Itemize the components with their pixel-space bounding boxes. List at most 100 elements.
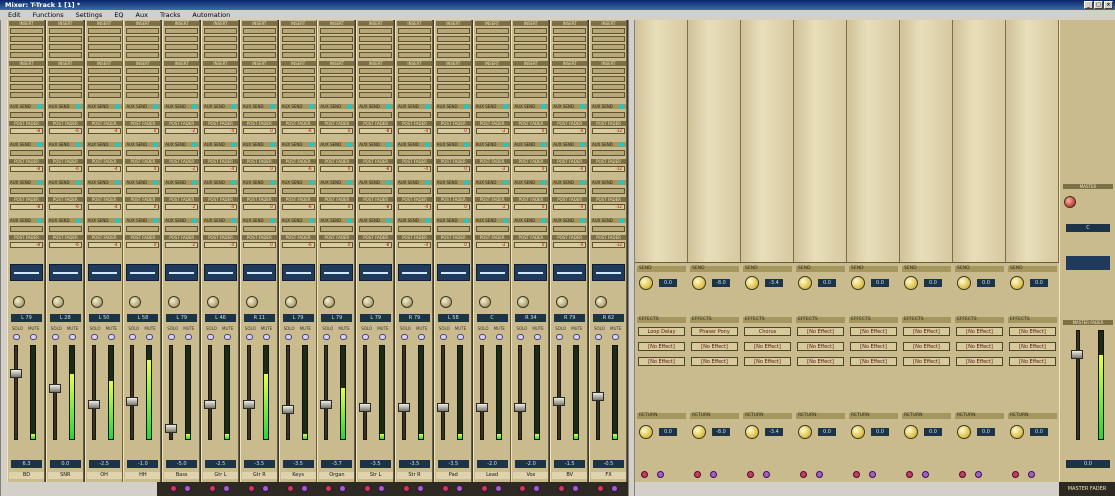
volume-fader-knob[interactable] bbox=[87, 400, 100, 410]
mute-button[interactable] bbox=[185, 334, 193, 340]
automation-button[interactable] bbox=[572, 485, 580, 492]
insert-slot[interactable] bbox=[87, 68, 121, 74]
fader-track[interactable] bbox=[208, 345, 212, 440]
send-routing[interactable] bbox=[436, 188, 470, 194]
record-button[interactable] bbox=[325, 485, 333, 492]
volume-display[interactable]: -2.5 bbox=[205, 460, 236, 468]
insert-slot[interactable] bbox=[320, 44, 354, 50]
send-enable-icon[interactable] bbox=[308, 180, 314, 185]
volume-fader-knob[interactable] bbox=[398, 402, 410, 412]
menu-tracks[interactable]: Tracks bbox=[160, 10, 180, 20]
send-routing[interactable] bbox=[359, 150, 393, 156]
insert-slot[interactable] bbox=[165, 52, 199, 58]
send-level[interactable]: -4 bbox=[87, 242, 121, 248]
eq-display[interactable] bbox=[242, 264, 276, 281]
automation-button[interactable] bbox=[300, 485, 308, 492]
bus-send-value[interactable]: 0.0 bbox=[1030, 279, 1048, 287]
send-level[interactable]: 0 bbox=[320, 204, 354, 210]
insert-slot[interactable] bbox=[436, 84, 470, 90]
bus-send-knob[interactable] bbox=[745, 276, 759, 290]
automation-button[interactable] bbox=[455, 485, 463, 492]
send-routing[interactable] bbox=[10, 112, 43, 118]
master-gain-knob[interactable] bbox=[1064, 196, 1076, 208]
bus-effect-slot-3[interactable]: [No Effect] bbox=[903, 357, 950, 366]
insert-slot[interactable] bbox=[592, 44, 625, 50]
send-level[interactable]: -6 bbox=[281, 204, 315, 210]
send-routing[interactable] bbox=[126, 188, 160, 194]
volume-fader-knob[interactable] bbox=[48, 383, 61, 393]
solo-button[interactable] bbox=[478, 334, 486, 340]
send-enable-icon[interactable] bbox=[114, 218, 120, 223]
insert-slot[interactable] bbox=[10, 76, 43, 82]
send-level[interactable]: 0 bbox=[320, 242, 354, 248]
bus-effect-slot-2[interactable]: [No Effect] bbox=[638, 342, 685, 351]
insert-slot[interactable] bbox=[436, 52, 470, 58]
insert-slot[interactable] bbox=[398, 52, 431, 58]
eq-display[interactable] bbox=[436, 264, 470, 281]
mute-button[interactable] bbox=[340, 334, 348, 340]
bus-effect-slot-2[interactable]: [No Effect] bbox=[691, 342, 738, 351]
insert-slot[interactable] bbox=[204, 84, 237, 90]
send-routing[interactable] bbox=[242, 226, 276, 232]
solo-button[interactable] bbox=[90, 334, 98, 340]
bus-return-knob[interactable] bbox=[639, 425, 653, 439]
insert-slot[interactable] bbox=[242, 52, 276, 58]
eq-display[interactable] bbox=[10, 264, 43, 281]
insert-slot[interactable] bbox=[10, 36, 43, 42]
insert-slot[interactable] bbox=[165, 44, 199, 50]
send-level[interactable]: -6 bbox=[48, 128, 82, 134]
volume-display[interactable]: -3.5 bbox=[282, 460, 314, 468]
solo-button[interactable] bbox=[362, 334, 370, 340]
send-level[interactable]: -2 bbox=[475, 166, 509, 172]
master-fader-knob[interactable] bbox=[1071, 350, 1083, 359]
volume-display[interactable]: -3.7 bbox=[321, 460, 353, 468]
send-enable-icon[interactable] bbox=[231, 180, 236, 185]
fader-track[interactable] bbox=[285, 345, 290, 440]
volume-display[interactable]: 6.3 bbox=[11, 460, 42, 468]
send-enable-icon[interactable] bbox=[425, 104, 430, 109]
send-level[interactable]: -4 bbox=[204, 166, 237, 172]
insert-slot[interactable] bbox=[126, 36, 160, 42]
insert-slot[interactable] bbox=[320, 52, 354, 58]
send-enable-icon[interactable] bbox=[502, 218, 508, 223]
send-routing[interactable] bbox=[204, 226, 237, 232]
send-enable-icon[interactable] bbox=[75, 218, 81, 223]
bus-automation-button[interactable] bbox=[975, 471, 982, 478]
send-routing[interactable] bbox=[320, 188, 354, 194]
insert-slot[interactable] bbox=[48, 52, 82, 58]
bus-effect-slot-2[interactable]: [No Effect] bbox=[903, 342, 950, 351]
send-enable-icon[interactable] bbox=[231, 218, 236, 223]
volume-display[interactable]: -2.5 bbox=[88, 460, 120, 468]
insert-slot[interactable] bbox=[475, 68, 509, 74]
channel-name[interactable]: OH bbox=[86, 472, 122, 479]
channel-name[interactable]: Lead bbox=[474, 472, 510, 479]
mute-button[interactable] bbox=[534, 334, 542, 340]
send-enable-icon[interactable] bbox=[114, 104, 120, 109]
insert-slot[interactable] bbox=[320, 92, 354, 98]
send-routing[interactable] bbox=[592, 112, 625, 118]
volume-fader-knob[interactable] bbox=[242, 400, 255, 410]
eq-display[interactable] bbox=[126, 264, 160, 281]
pan-display[interactable]: L 46 bbox=[205, 314, 236, 322]
send-enable-icon[interactable] bbox=[619, 180, 624, 185]
send-enable-icon[interactable] bbox=[269, 218, 275, 223]
solo-button[interactable] bbox=[323, 334, 331, 340]
fader-track[interactable] bbox=[91, 345, 96, 440]
send-enable-icon[interactable] bbox=[502, 104, 508, 109]
channel-name[interactable]: BD bbox=[9, 472, 44, 479]
insert-slot[interactable] bbox=[436, 68, 470, 74]
mute-button[interactable] bbox=[224, 334, 231, 340]
send-enable-icon[interactable] bbox=[75, 104, 81, 109]
channel-name[interactable]: Vox bbox=[513, 472, 549, 479]
insert-slot[interactable] bbox=[126, 68, 160, 74]
menu-automation[interactable]: Automation bbox=[192, 10, 230, 20]
pan-knob[interactable] bbox=[478, 296, 491, 308]
send-enable-icon[interactable] bbox=[463, 180, 469, 185]
send-routing[interactable] bbox=[126, 112, 160, 118]
insert-slot[interactable] bbox=[592, 92, 625, 98]
solo-button[interactable] bbox=[517, 334, 525, 340]
volume-display[interactable]: -3.5 bbox=[243, 460, 275, 468]
bus-effect-slot-2[interactable]: [No Effect] bbox=[850, 342, 897, 351]
insert-slot[interactable] bbox=[87, 52, 121, 58]
volume-fader-knob[interactable] bbox=[10, 369, 22, 379]
